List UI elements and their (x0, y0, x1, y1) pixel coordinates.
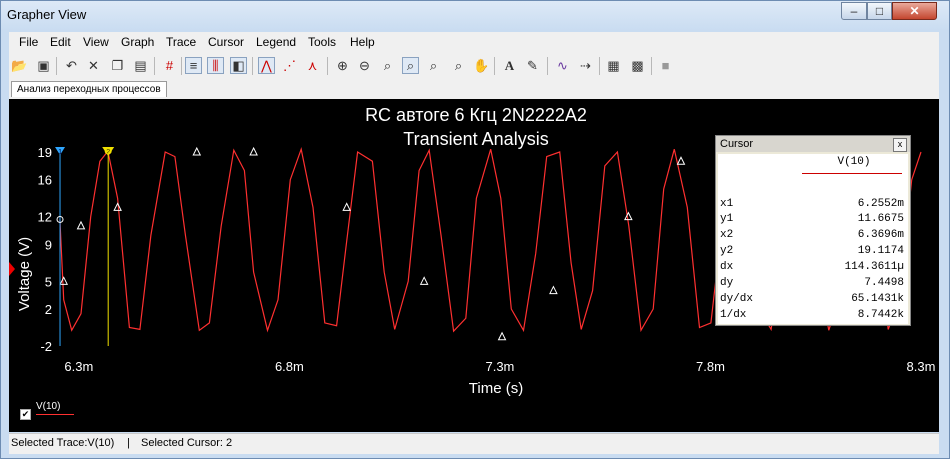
cursor-row-dydx: dy/dx 65.1431k (720, 293, 904, 305)
cursor-row-y1: y1 11.6675 (720, 213, 904, 225)
data-marker (497, 331, 507, 341)
cursors-toggle-icon[interactable]: ⫼ (207, 57, 224, 74)
data-marker (624, 211, 633, 221)
cursor-row-dx: dx 114.3611µ (720, 261, 904, 273)
pan-hand-icon[interactable]: ✋ (473, 57, 490, 74)
grapher-window: Grapher View – □ ✕ File Edit View Graph … (0, 0, 950, 459)
status-selected-cursor: Selected Cursor: 2 (141, 437, 233, 449)
menu-view[interactable]: View (83, 35, 109, 49)
status-bar: Selected Trace:V(10) | Selected Cursor: … (9, 433, 939, 454)
y-tick-label: 9 (45, 237, 52, 252)
menu-help[interactable]: Help (350, 35, 375, 49)
y-tick-label: 19 (38, 145, 52, 160)
zoom-y-icon[interactable]: ⌕ (450, 57, 467, 74)
window-title: Grapher View (7, 7, 87, 22)
y-tick-label: 12 (38, 210, 52, 225)
y-tick-label: 16 (38, 173, 52, 188)
text-tool-icon[interactable]: A (501, 57, 518, 74)
legend-checkbox[interactable]: ✔ (20, 409, 31, 420)
menu-cursor[interactable]: Cursor (208, 35, 244, 49)
x-tick-label: 8.3m (907, 359, 936, 374)
label-tool-icon[interactable]: ✎ (524, 57, 541, 74)
lines-points-icon[interactable]: ⋏ (304, 57, 321, 74)
tab-strip: Анализ переходных процессов (9, 79, 939, 99)
menu-file[interactable]: File (19, 35, 38, 49)
zoom-x-icon[interactable]: ⌕ (425, 57, 442, 74)
cursor-column-underline (802, 173, 902, 174)
zoom-area-icon[interactable]: ⌕ (379, 57, 396, 74)
legend-label: V(10) (36, 401, 61, 412)
select-marks-icon[interactable]: ⇢ (577, 57, 594, 74)
close-window-button[interactable]: ✕ (892, 2, 937, 20)
plot-area[interactable]: RC автоге 6 Кгц 2N2222A2 Transient Analy… (9, 99, 939, 432)
tab-transient-analysis[interactable]: Анализ переходных процессов (11, 81, 167, 97)
maximize-button[interactable]: □ (867, 2, 892, 20)
data-marker (113, 202, 122, 211)
menu-tools[interactable]: Tools (308, 35, 336, 49)
cursor-row-y2: y2 19.1174 (720, 245, 904, 257)
save-icon[interactable]: ▣ (35, 57, 52, 74)
data-marker (249, 146, 258, 156)
data-marker (59, 276, 69, 285)
stop-icon[interactable]: ■ (657, 57, 674, 74)
x-axis-label: Time (s) (469, 380, 523, 397)
data-marker (676, 156, 686, 165)
y-tick-label: -2 (40, 339, 52, 354)
show-lines-icon[interactable]: ⋀ (258, 57, 275, 74)
chart-title-line1: RC автоге 6 Кгц 2N2222A2 (365, 105, 587, 125)
cursor-panel-body: V(10) x1 6.2552m y1 11.6675 x2 6.3696m y2 19… (718, 154, 908, 324)
x-tick-label: 7.8m (696, 359, 725, 374)
zoom-out-icon[interactable]: ⊖ (356, 57, 373, 74)
export-icon[interactable]: ▦ (605, 57, 622, 74)
cursor-row-dy: dy 7.4498 (720, 277, 904, 289)
menu-legend[interactable]: Legend (256, 35, 296, 49)
menu-graph[interactable]: Graph (121, 35, 154, 49)
grid-icon[interactable]: # (161, 57, 178, 74)
data-marker (419, 276, 429, 285)
menu-bar: File Edit View Graph Trace Cursor Legend… (9, 32, 939, 53)
toolbar: 📂 ▣ ↶ ✕ ❐ ▤ # ≡ ⫼ ◧ ⋀ ⋰ ⋏ ⊕ ⊖ ⌕ ⌕ ⌕ ⌕ ✋ … (9, 53, 939, 80)
chart-title-line2: Transient Analysis (403, 129, 548, 149)
cursor-2-number: 2 (106, 149, 110, 156)
data-marker (549, 285, 558, 295)
y-tick-label: 5 (45, 274, 52, 289)
cursor-panel[interactable]: Cursor x V(10) x1 6.2552m y1 11.6675 x2 6.3… (715, 135, 911, 326)
legend-swatch (36, 414, 74, 415)
x-tick-label: 6.8m (275, 359, 304, 374)
data-marker (192, 146, 202, 156)
menu-edit[interactable]: Edit (50, 35, 71, 49)
x-tick-label: 7.3m (485, 359, 514, 374)
paste-icon[interactable]: ▤ (132, 57, 149, 74)
status-separator: | (127, 437, 130, 449)
reverse-colors-icon[interactable]: ◧ (230, 57, 247, 74)
y-axis-marker-icon[interactable] (9, 262, 15, 276)
cursor-row-x1: x1 6.2552m (720, 198, 904, 210)
print-icon[interactable]: ▩ (629, 57, 646, 74)
copy-icon[interactable]: ❐ (109, 57, 126, 74)
open-folder-icon[interactable]: 📂 (11, 57, 28, 74)
minimize-button[interactable]: – (841, 2, 867, 20)
title-bar[interactable]: Grapher View – □ ✕ (1, 1, 949, 31)
cursor-row-x2: x2 6.3696m (720, 229, 904, 241)
cursor-column-header: V(10) (837, 156, 871, 168)
y-axis-label: Voltage (V) (16, 237, 33, 311)
data-marker (342, 202, 351, 211)
legend-toggle-icon[interactable]: ≡ (185, 57, 202, 74)
zoom-full-icon[interactable]: ⌕ (402, 57, 419, 74)
cursor-1-number: 1 (58, 149, 62, 156)
x-tick-label: 6.3m (64, 359, 93, 374)
menu-trace[interactable]: Trace (166, 35, 196, 49)
show-points-icon[interactable]: ⋰ (281, 57, 298, 74)
undo-icon[interactable]: ↶ (63, 57, 80, 74)
cursor-row-inv-dx: 1/dx 8.7442k (720, 309, 904, 321)
cursor-panel-title[interactable]: Cursor (716, 136, 910, 152)
cut-icon[interactable]: ✕ (85, 57, 102, 74)
status-selected-trace: Selected Trace:V(10) (11, 437, 115, 449)
cursor-panel-close-button[interactable]: x (893, 138, 907, 152)
zoom-in-icon[interactable]: ⊕ (334, 57, 351, 74)
y-tick-label: 2 (45, 302, 52, 317)
overlay-traces-icon[interactable]: ∿ (554, 57, 571, 74)
data-marker (76, 220, 86, 230)
